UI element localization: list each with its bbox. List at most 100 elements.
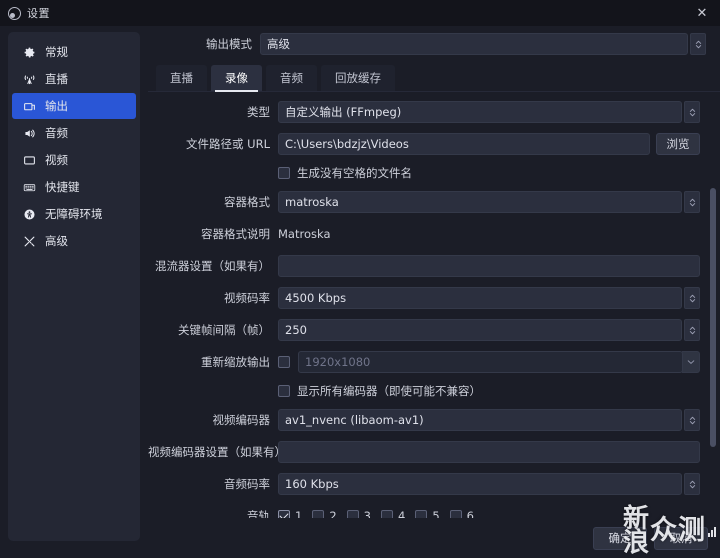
sidebar-item-label: 直播 <box>45 72 68 86</box>
video-bitrate-stepper[interactable] <box>684 287 700 309</box>
sidebar-item-audio[interactable]: 音频 <box>12 120 136 146</box>
audio-track-2[interactable]: 2 <box>312 509 337 518</box>
output-mode-label: 输出模式 <box>206 37 252 51</box>
video-encoder-settings-label: 视频编码器设置（如果有） <box>148 445 286 459</box>
audio-track-number: 6 <box>466 509 474 518</box>
sidebar-item-general[interactable]: 常规 <box>12 39 136 65</box>
sidebar-item-hotkeys[interactable]: 快捷键 <box>12 174 136 200</box>
tab-audio[interactable]: 音频 <box>266 65 317 91</box>
recording-form: 类型 自定义输出 (FFmpeg) 文件路径或 URL C:\Users\bdz… <box>148 101 720 518</box>
audio-track-6[interactable]: 6 <box>449 509 474 518</box>
file-path-input[interactable]: C:\Users\bdzjz\Videos <box>278 133 650 155</box>
keyframe-interval-input[interactable]: 250 <box>278 319 682 341</box>
audio-track-3[interactable]: 3 <box>346 509 371 518</box>
tab-recording[interactable]: 录像 <box>211 65 262 92</box>
audio-track-checkbox[interactable] <box>346 510 359 518</box>
muxer-settings-input[interactable] <box>278 255 700 277</box>
audio-track-checkbox[interactable] <box>449 510 462 518</box>
video-encoder-row: 视频编码器 av1_nvenc (libaom-av1) <box>148 409 700 431</box>
keyboard-icon <box>22 180 36 194</box>
ok-button[interactable]: 确定 <box>593 526 647 550</box>
audio-bitrate-value: 160 Kbps <box>285 477 339 491</box>
muxer-settings-row: 混流器设置（如果有） <box>148 255 700 277</box>
cancel-button[interactable]: 取消 <box>654 526 708 550</box>
no-space-filename-checkbox[interactable] <box>278 167 290 179</box>
sidebar-item-output[interactable]: 输出 <box>12 93 136 119</box>
video-bitrate-row: 视频码率 4500 Kbps <box>148 287 700 309</box>
audio-track-checkbox[interactable] <box>312 510 325 518</box>
audio-track-4[interactable]: 4 <box>380 509 406 518</box>
audio-bitrate-input[interactable]: 160 Kbps <box>278 473 682 495</box>
container-format-row: 容器格式 matroska <box>148 191 700 213</box>
monitor-icon <box>22 153 36 167</box>
sidebar-item-accessibility[interactable]: 无障碍环境 <box>12 201 136 227</box>
type-value: 自定义输出 (FFmpeg) <box>285 105 402 119</box>
keyframe-interval-stepper[interactable] <box>684 319 700 341</box>
keyframe-interval-row: 关键帧间隔（帧） 250 <box>148 319 700 341</box>
container-format-select[interactable]: matroska <box>278 191 682 213</box>
speaker-icon <box>22 126 36 140</box>
audio-track-checkbox[interactable] <box>380 510 393 518</box>
file-path-label: 文件路径或 URL <box>186 137 270 151</box>
rescale-output-row: 重新缩放输出 1920x1080 <box>148 351 700 373</box>
scrollbar-thumb[interactable] <box>710 187 716 448</box>
close-icon[interactable]: ✕ <box>688 0 716 26</box>
audio-track-number: 2 <box>329 509 337 518</box>
video-encoder-settings-input[interactable] <box>278 441 700 463</box>
tab-stream[interactable]: 直播 <box>156 65 207 91</box>
video-encoder-chevron-icon[interactable] <box>684 409 700 431</box>
type-select[interactable]: 自定义输出 (FFmpeg) <box>278 101 682 123</box>
settings-scroll-pane: 类型 自定义输出 (FFmpeg) 文件路径或 URL C:\Users\bdz… <box>148 92 720 518</box>
tab-replay-buffer[interactable]: 回放缓存 <box>321 65 395 91</box>
audio-track-5[interactable]: 5 <box>415 509 440 518</box>
show-all-encoders-label: 显示所有编码器（即使可能不兼容） <box>297 384 481 398</box>
sidebar-item-advanced[interactable]: 高级 <box>12 228 136 254</box>
cancel-button-label: 取消 <box>669 531 693 545</box>
audio-bitrate-stepper[interactable] <box>684 473 700 495</box>
window-body: 常规 直播 输出 音频 视频 快捷键 无障碍环境 高级 输出模式 高级 直播 录… <box>0 26 720 558</box>
output-icon <box>22 99 36 113</box>
type-chevron-icon[interactable] <box>684 101 700 123</box>
type-row: 类型 自定义输出 (FFmpeg) <box>148 101 700 123</box>
output-mode-chevron-icon[interactable] <box>690 33 706 55</box>
output-mode-select[interactable]: 高级 <box>260 33 688 55</box>
browse-button[interactable]: 浏览 <box>656 133 700 155</box>
audio-track-number: 4 <box>397 509 406 518</box>
video-encoder-value: av1_nvenc (libaom-av1) <box>285 413 424 427</box>
output-mode-row: 输出模式 高级 <box>148 26 720 62</box>
container-format-value: matroska <box>285 195 339 209</box>
rescale-output-select[interactable]: 1920x1080 <box>298 351 683 373</box>
audio-tracks-label: 音轨 <box>247 509 270 518</box>
audio-track-checkbox[interactable] <box>415 510 428 518</box>
container-format-label: 容器格式 <box>224 195 270 209</box>
vertical-scrollbar[interactable] <box>709 96 717 514</box>
audio-track-checkbox[interactable] <box>278 510 290 518</box>
container-desc-label: 容器格式说明 <box>201 227 270 241</box>
sidebar-item-stream[interactable]: 直播 <box>12 66 136 92</box>
sidebar-panel: 常规 直播 输出 音频 视频 快捷键 无障碍环境 高级 <box>8 32 140 541</box>
show-all-encoders-row: 显示所有编码器（即使可能不兼容） <box>148 383 700 399</box>
browse-button-label: 浏览 <box>666 137 690 151</box>
audio-tracks-row: 音轨 1 2 3 4 5 6 <box>148 505 700 518</box>
muxer-settings-label: 混流器设置（如果有） <box>155 259 270 273</box>
title-bar-left: 设置 <box>8 5 50 21</box>
container-desc-row: 容器格式说明 Matroska <box>148 223 700 245</box>
audio-track-1[interactable]: 1 <box>278 509 302 518</box>
video-bitrate-input[interactable]: 4500 Kbps <box>278 287 682 309</box>
video-bitrate-label: 视频码率 <box>224 291 270 305</box>
tab-label: 音频 <box>280 71 303 85</box>
broadcast-icon <box>22 72 36 86</box>
window-title: 设置 <box>27 7 50 20</box>
keyframe-interval-value: 250 <box>285 323 307 337</box>
sidebar-item-video[interactable]: 视频 <box>12 147 136 173</box>
accessibility-icon <box>22 207 36 221</box>
rescale-output-chevron-down-icon[interactable] <box>682 351 700 373</box>
audio-bitrate-label: 音频码率 <box>224 477 270 491</box>
rescale-output-value: 1920x1080 <box>305 355 371 369</box>
rescale-output-checkbox[interactable] <box>278 356 290 368</box>
output-mode-value: 高级 <box>267 37 290 51</box>
tab-label: 录像 <box>225 71 248 85</box>
container-format-chevron-icon[interactable] <box>684 191 700 213</box>
video-encoder-select[interactable]: av1_nvenc (libaom-av1) <box>278 409 682 431</box>
show-all-encoders-checkbox[interactable] <box>278 385 290 397</box>
